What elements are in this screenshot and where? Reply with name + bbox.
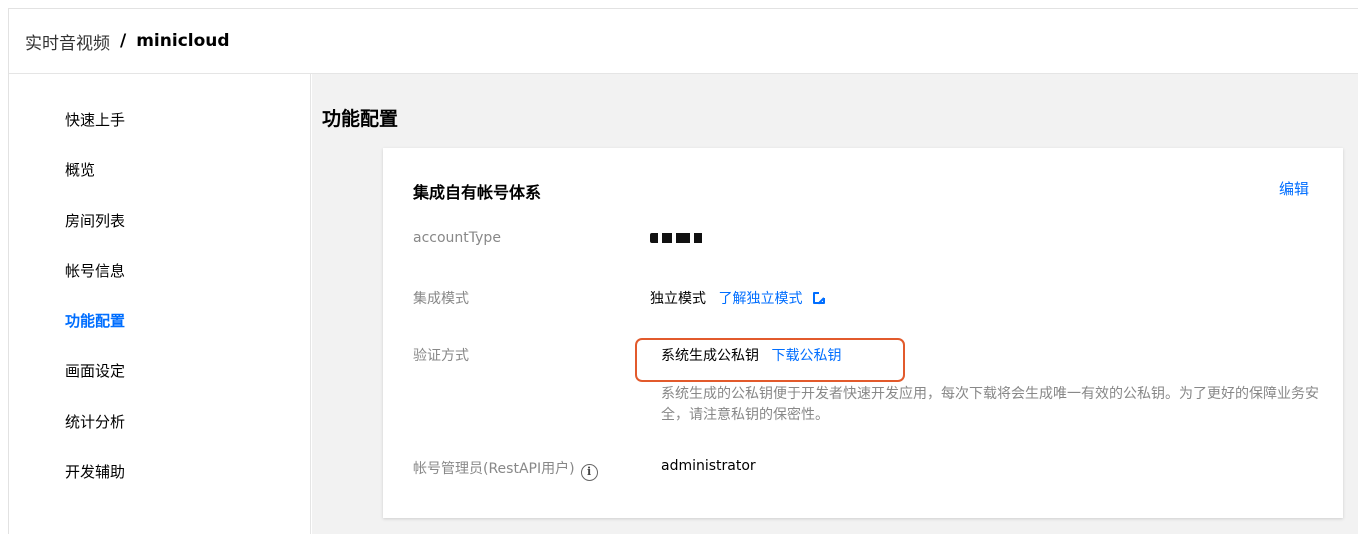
info-icon[interactable]: i <box>580 464 598 481</box>
mode-label: 集成模式 <box>413 291 469 307</box>
card-title: 集成自有帐号体系 <box>413 183 542 202</box>
admin-label: 帐号管理员(RestAPI用户) <box>413 461 575 477</box>
mode-value-container: 独立模式 了解独立模式 <box>650 288 825 308</box>
breadcrumb-separator: / <box>120 31 127 51</box>
account-type-label: accountType <box>413 230 501 246</box>
account-type-value <box>650 230 708 246</box>
sidebar-item-dev-tools[interactable]: 开发辅助 <box>65 461 125 482</box>
learn-standalone-mode-link[interactable]: 了解独立模式 <box>718 291 802 307</box>
sidebar-item-overview[interactable]: 概览 <box>65 159 95 180</box>
app-frame: 实时音视频 / minicloud 快速上手 概览 房间列表 帐号信息 功能配置… <box>8 8 1358 534</box>
account-system-card: 集成自有帐号体系 编辑 accountType 集成模式 独立模式 了解独立模式… <box>383 148 1343 518</box>
admin-value: administrator <box>661 458 756 474</box>
auth-description: 系统生成的公私钥便于开发者快速开发应用，每次下载将会生成唯一有效的公私钥。为了更… <box>661 386 1319 423</box>
auth-label: 验证方式 <box>413 348 469 364</box>
sidebar-item-quickstart[interactable]: 快速上手 <box>65 109 125 130</box>
sidebar-item-rooms[interactable]: 房间列表 <box>65 210 125 231</box>
main-content: 功能配置 集成自有帐号体系 编辑 accountType 集成模式 独立模式 了… <box>312 74 1358 534</box>
breadcrumb: 实时音视频 / minicloud <box>9 9 1358 74</box>
mode-value: 独立模式 <box>650 291 706 307</box>
edit-button[interactable]: 编辑 <box>1279 178 1309 199</box>
sidebar-item-feature-config[interactable]: 功能配置 <box>65 310 125 331</box>
breadcrumb-root[interactable]: 实时音视频 <box>25 29 110 54</box>
download-keys-link[interactable]: 下载公私钥 <box>771 348 841 364</box>
sidebar-item-account-info[interactable]: 帐号信息 <box>65 260 125 281</box>
redacted-value <box>650 233 708 243</box>
sidebar-item-statistics[interactable]: 统计分析 <box>65 411 125 432</box>
auth-value: 系统生成公私钥 <box>661 348 759 364</box>
sidebar-item-video-settings[interactable]: 画面设定 <box>65 360 125 381</box>
breadcrumb-current: minicloud <box>136 31 230 51</box>
admin-label-container: 帐号管理员(RestAPI用户) i <box>413 458 598 481</box>
external-link-icon[interactable] <box>812 292 825 304</box>
auth-value-container: 系统生成公私钥 下载公私钥 <box>661 345 841 365</box>
page-title: 功能配置 <box>322 108 399 130</box>
sidebar: 快速上手 概览 房间列表 帐号信息 功能配置 画面设定 统计分析 开发辅助 <box>9 74 311 534</box>
